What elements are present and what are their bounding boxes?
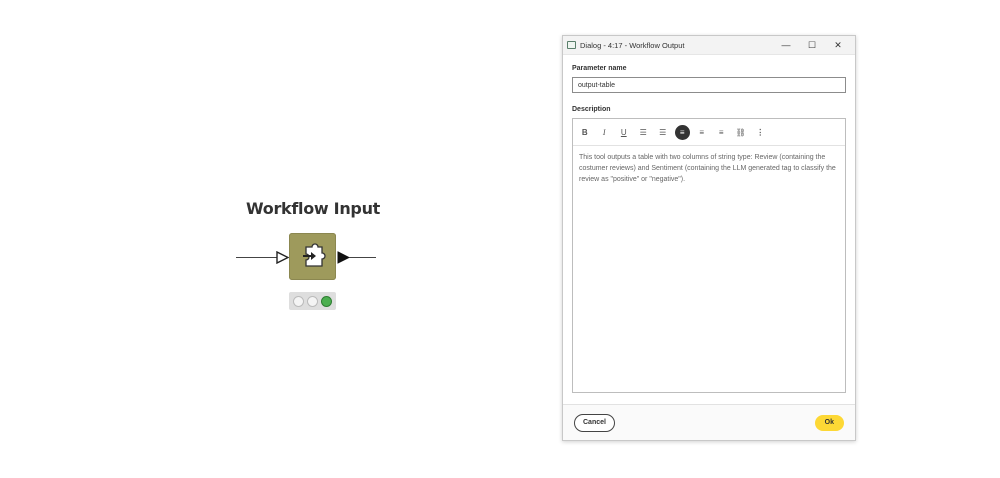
workflow-output-dialog: Dialog - 4:17 - Workflow Output — ☐ ✕ Pa… [562,35,856,441]
input-connection-line [236,257,278,258]
status-light-green [320,295,332,307]
minimize-button[interactable]: — [773,36,799,54]
bullet-list-button[interactable]: ☰ [634,125,654,140]
bullet-list-icon: ☰ [639,127,647,137]
status-light-red [293,295,305,307]
editor-toolbar: B I U ☰ ☰ ≡ ≡ ≡ ⛓ ⋮ [573,119,845,146]
description-editor[interactable]: B I U ☰ ☰ ≡ ≡ ≡ ⛓ ⋮ This tool outputs a … [572,118,846,393]
align-center-icon: ≡ [699,127,705,137]
italic-icon: I [602,127,606,137]
align-center-button[interactable]: ≡ [692,125,712,140]
underline-icon: U [620,127,627,137]
underline-button[interactable]: U [614,125,634,140]
bold-button[interactable]: B [575,125,595,140]
italic-button[interactable]: I [595,125,615,140]
numbered-list-button[interactable]: ☰ [653,125,673,140]
status-light-yellow [306,295,318,307]
parameter-name-label: Parameter name [572,65,627,72]
dialog-titlebar[interactable]: Dialog - 4:17 - Workflow Output — ☐ ✕ [563,36,855,55]
close-button[interactable]: ✕ [825,36,851,54]
numbered-list-icon: ☰ [659,127,667,137]
bold-icon: B [581,127,588,137]
parameter-name-input[interactable]: output-table [572,77,846,93]
cancel-button[interactable]: Cancel [574,413,615,432]
node-title: Workflow Input [245,199,381,218]
align-left-icon: ≡ [674,124,690,140]
description-label: Description [572,106,611,113]
align-left-button[interactable]: ≡ [673,124,693,140]
ok-button[interactable]: Ok [814,414,844,431]
description-text[interactable]: This tool outputs a table with two colum… [573,146,845,191]
dialog-title: Dialog - 4:17 - Workflow Output [580,40,685,50]
output-connection-line [349,257,376,258]
workflow-input-node[interactable] [289,233,336,280]
link-icon: ⛓ [735,127,746,137]
input-port-icon[interactable] [276,251,289,264]
workflow-input-icon [303,243,326,267]
app-icon [567,41,576,49]
align-right-button[interactable]: ≡ [712,125,732,140]
more-vertical-icon: ⋮ [756,127,765,137]
node-status-indicator [289,292,336,310]
link-button[interactable]: ⛓ [731,125,751,140]
more-options-button[interactable]: ⋮ [751,125,771,140]
dialog-footer: Cancel Ok [563,404,855,440]
align-right-icon: ≡ [718,127,724,137]
maximize-button[interactable]: ☐ [799,36,825,54]
